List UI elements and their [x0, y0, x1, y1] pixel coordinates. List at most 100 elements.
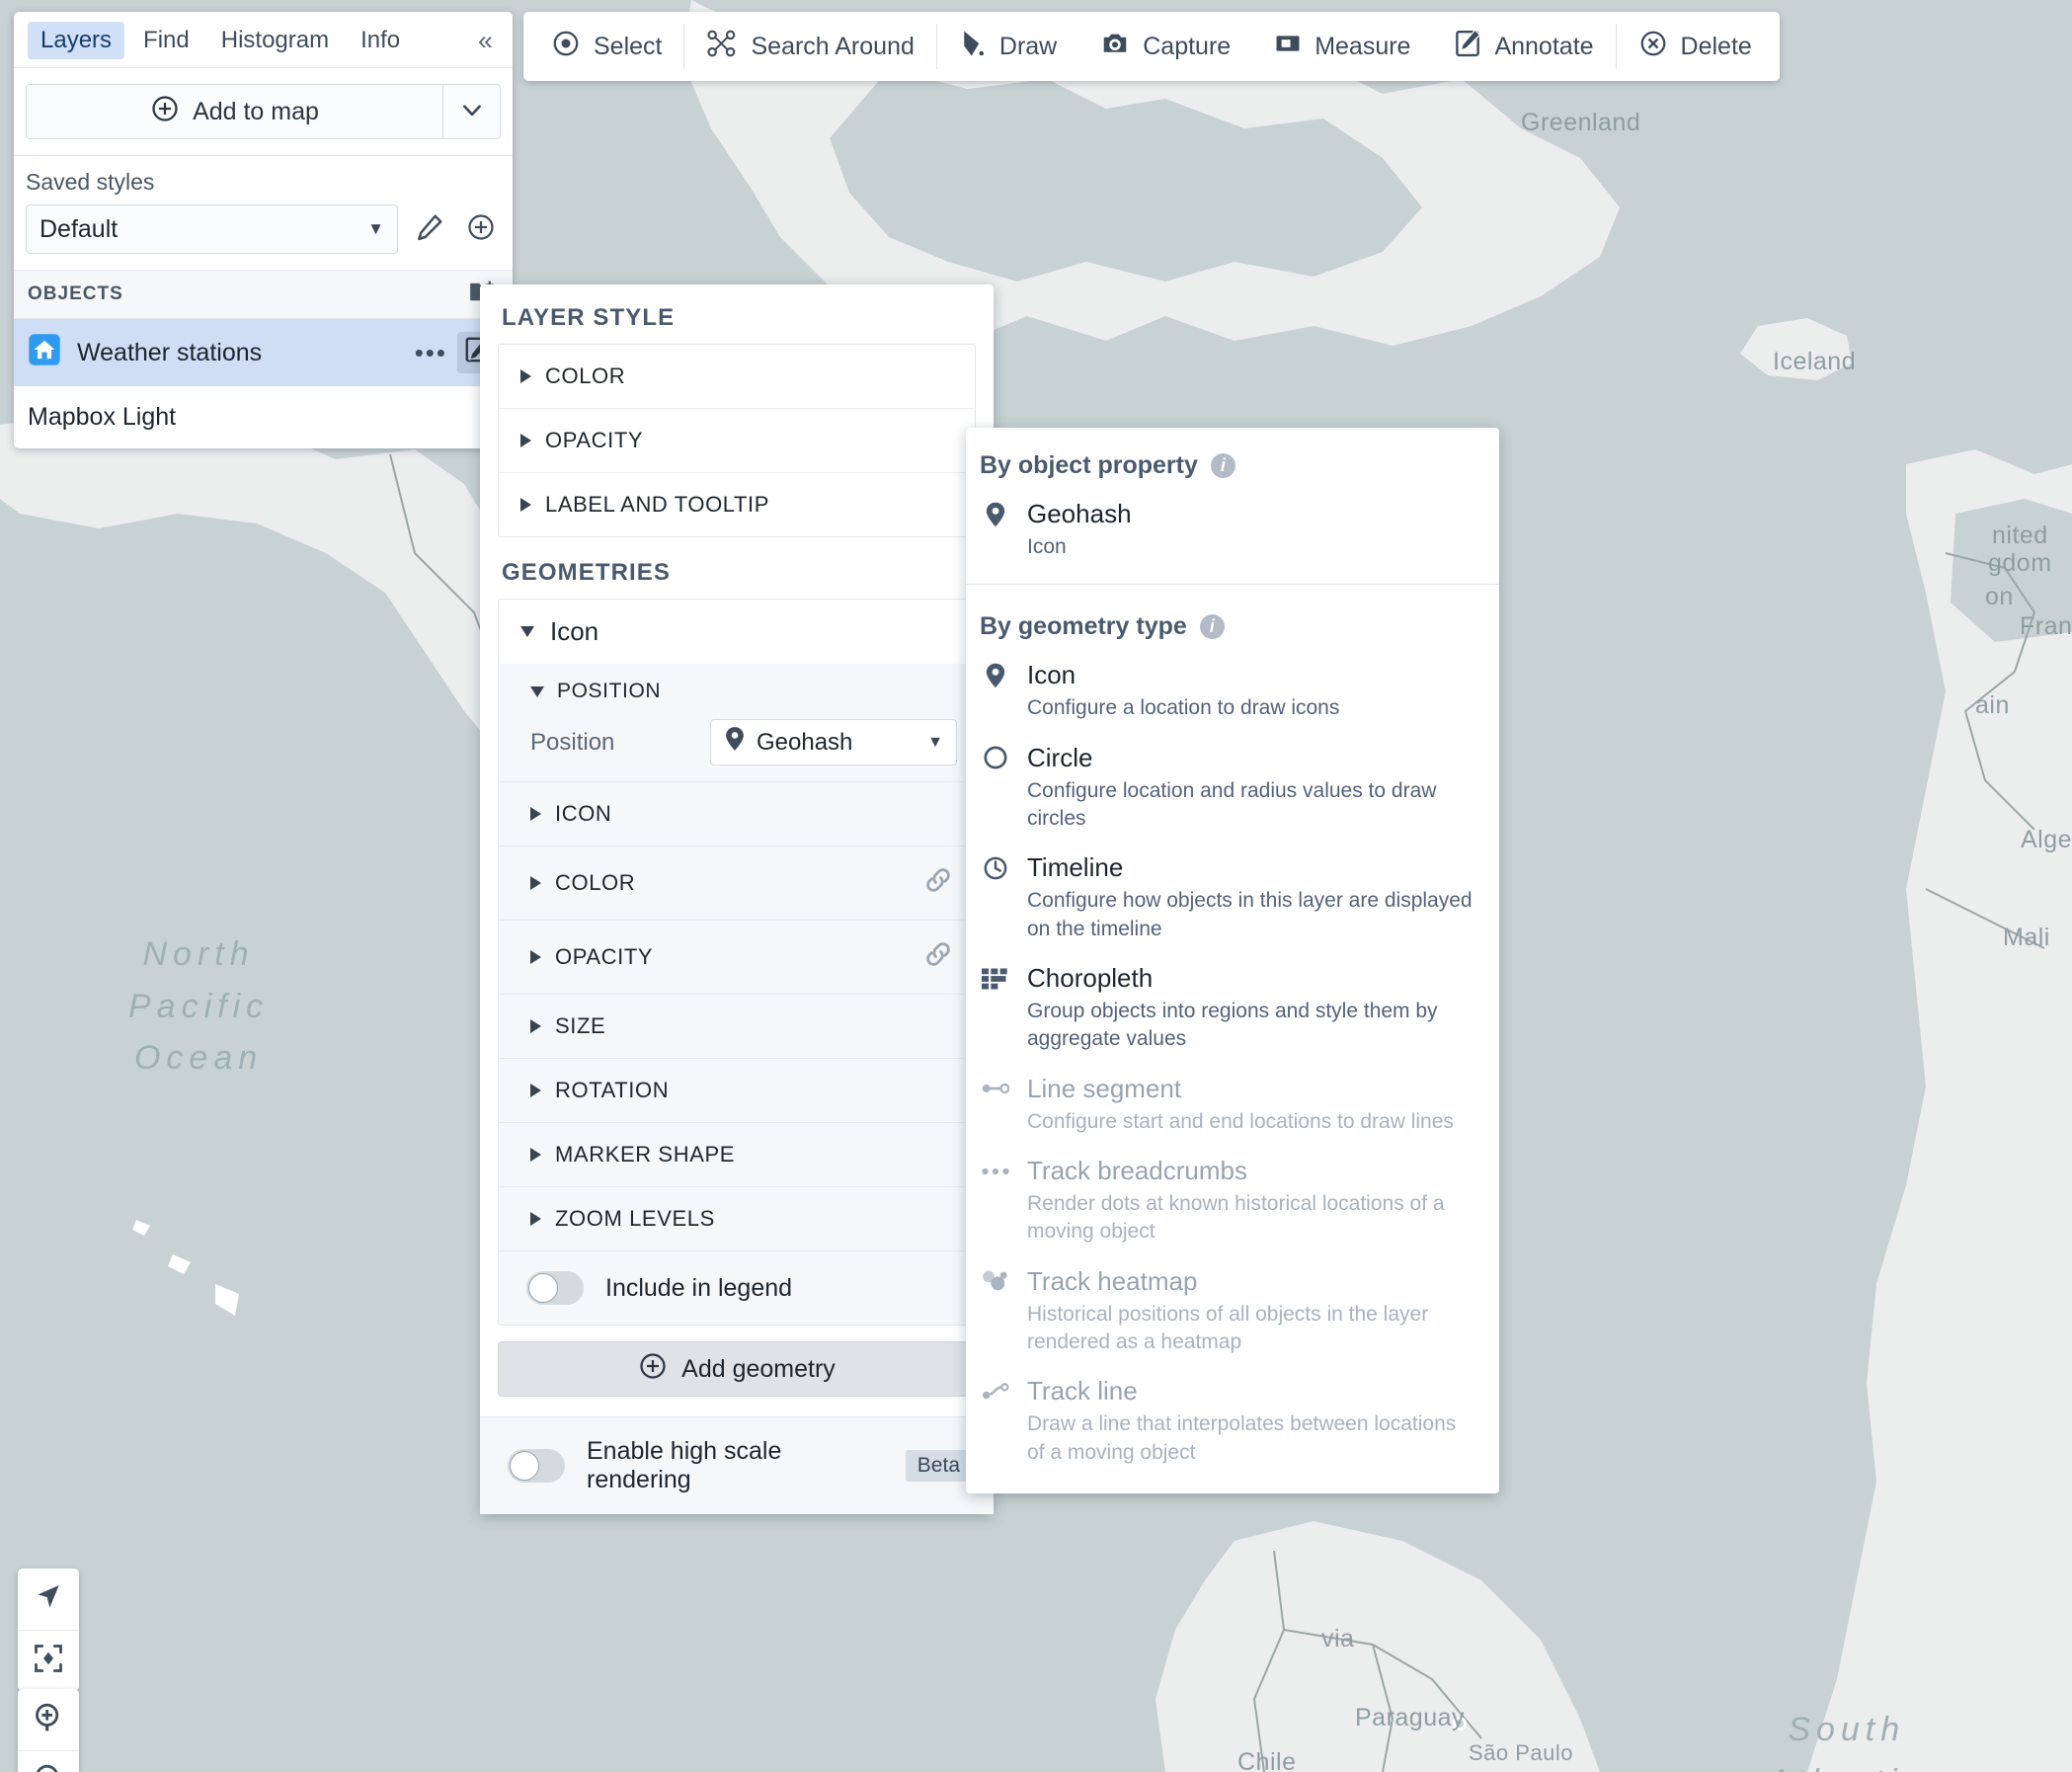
menu-item-track-line: Track line Draw a line that interpolates… [966, 1367, 1499, 1478]
add-to-map-button[interactable]: Add to map [26, 84, 501, 139]
collapse-panel-icon[interactable]: « [472, 26, 499, 56]
object-label: Weather stations [77, 338, 263, 366]
menu-item-name: Line segment [1027, 1073, 1182, 1103]
by-object-property-header: By object property i [966, 428, 1499, 490]
chevron-right-icon [520, 498, 531, 512]
fit-bounds-button[interactable] [18, 1630, 79, 1691]
chevron-right-icon [530, 807, 541, 821]
geometry-prop-opacity[interactable]: OPACITY [499, 920, 975, 994]
geometry-header-icon[interactable]: Icon [499, 600, 975, 664]
add-geometry-button[interactable]: Add geometry [498, 1341, 976, 1397]
menu-item-icon[interactable]: Icon Configure a location to draw icons [966, 651, 1499, 733]
menu-item-name: Choropleth [1027, 963, 1154, 994]
geometry-prop-zoom-levels[interactable]: ZOOM LEVELS [499, 1186, 975, 1250]
info-icon[interactable]: i [1199, 614, 1225, 640]
zoom-in-magnifier-icon [33, 1702, 64, 1738]
menu-item-name: Timeline [1027, 852, 1124, 883]
edit-style-pencil-button[interactable] [410, 209, 449, 249]
caret-down-icon: ▼ [927, 733, 943, 751]
object-overflow-menu-icon[interactable]: ••• [415, 338, 447, 368]
map-pin-icon [724, 726, 746, 759]
menu-item-timeline[interactable]: Timeline Configure how objects in this l… [966, 844, 1499, 954]
tool-search-around[interactable]: Search Around [684, 24, 935, 69]
layers-panel: Layers Find Histogram Info « Add to map [14, 12, 513, 448]
menu-item-desc: Historical positions of all objects in t… [1027, 1302, 1429, 1354]
tool-measure[interactable]: Measure [1252, 24, 1432, 69]
section-label: LABEL AND TOOLTIP [545, 492, 770, 517]
tool-draw[interactable]: Draw [937, 24, 1078, 69]
by-geometry-type-header: By geometry type i [966, 589, 1499, 651]
geometry-prop-marker-shape[interactable]: MARKER SHAPE [499, 1122, 975, 1186]
add-style-button[interactable] [461, 209, 501, 249]
chevron-down-icon [459, 97, 485, 127]
menu-item-track-heatmap: Track heatmap Historical positions of al… [966, 1257, 1499, 1368]
tool-delete[interactable]: Delete [1617, 24, 1774, 69]
geometry-prop-icon[interactable]: ICON [499, 781, 975, 846]
link-chain-icon[interactable] [923, 939, 953, 975]
position-label: Position [530, 728, 615, 756]
add-to-map-row: Add to map [14, 67, 513, 155]
geometry-section-position[interactable]: POSITION [499, 664, 975, 713]
breadcrumb-dots-icon [980, 1166, 1011, 1177]
add-to-map-dropdown-toggle[interactable] [442, 85, 500, 138]
tab-layers[interactable]: Layers [28, 22, 125, 59]
tab-find[interactable]: Find [130, 22, 202, 59]
layer-section-opacity[interactable]: OPACITY [499, 409, 975, 473]
menu-item-top: Icon [980, 660, 1477, 690]
geometry-prop-color[interactable]: COLOR [499, 846, 975, 920]
position-value: Geohash [757, 728, 853, 756]
add-to-map-main[interactable]: Add to map [27, 85, 442, 138]
menu-item-top: Circle [980, 743, 1477, 773]
link-chain-icon[interactable] [923, 865, 953, 901]
basemap-row[interactable]: Mapbox Light [14, 386, 513, 448]
position-select[interactable]: Geohash ▼ [710, 719, 957, 765]
tool-select[interactable]: Select [529, 24, 683, 69]
zoom-out-magnifier-icon [33, 1763, 64, 1772]
prop-label: ICON [555, 801, 612, 826]
geometry-prop-rotation[interactable]: ROTATION [499, 1058, 975, 1122]
tool-annotate[interactable]: Annotate [1432, 24, 1615, 69]
delete-x-circle-icon [1638, 29, 1668, 65]
geometry-prop-size[interactable]: SIZE [499, 994, 975, 1058]
tab-histogram[interactable]: Histogram [208, 22, 342, 59]
layer-section-label-tooltip[interactable]: LABEL AND TOOLTIP [499, 473, 975, 536]
high-scale-rendering-toggle[interactable] [508, 1449, 565, 1483]
locate-button[interactable] [18, 1569, 79, 1630]
prop-label: ROTATION [555, 1078, 670, 1102]
tool-label: Capture [1143, 32, 1232, 60]
include-in-legend-label: Include in legend [605, 1273, 793, 1302]
prop-label: SIZE [555, 1013, 606, 1038]
tab-info[interactable]: Info [348, 22, 413, 59]
tool-capture[interactable]: Capture [1078, 24, 1252, 69]
tool-label: Annotate [1494, 32, 1594, 60]
plus-circle-icon [638, 1351, 668, 1388]
include-in-legend-toggle[interactable] [526, 1271, 584, 1305]
menu-item-geohash[interactable]: Geohash Icon [966, 490, 1499, 572]
tool-label: Search Around [751, 32, 915, 60]
prop-label: OPACITY [555, 944, 654, 969]
section-label: COLOR [545, 363, 626, 388]
zoom-in-button[interactable] [18, 1689, 79, 1750]
position-row: Position Geohash ▼ [499, 713, 975, 781]
saved-styles-select[interactable]: Default ▼ [26, 204, 398, 254]
layer-section-color[interactable]: COLOR [499, 345, 975, 409]
include-in-legend-row: Include in legend [499, 1250, 975, 1325]
map-pin-icon [980, 501, 1011, 528]
saved-styles-value: Default [40, 214, 119, 243]
objects-header-label: OBJECTS [28, 283, 123, 304]
menu-item-circle[interactable]: Circle Configure location and radius val… [966, 734, 1499, 845]
basemap-label: Mapbox Light [28, 403, 177, 431]
object-row-weather-stations[interactable]: Weather stations ••• [14, 319, 513, 386]
by-object-property-title: By object property [980, 451, 1198, 479]
map-controls-zoom [18, 1689, 79, 1772]
panel-tabs: Layers Find Histogram Info « [14, 12, 513, 67]
zoom-out-button[interactable] [18, 1750, 79, 1772]
info-icon[interactable]: i [1210, 453, 1235, 478]
layer-style-title: LAYER STYLE [502, 304, 676, 331]
menu-item-choropleth[interactable]: Choropleth Group objects into regions an… [966, 954, 1499, 1065]
menu-item-top: Track breadcrumbs [980, 1156, 1477, 1186]
chevron-right-icon [520, 369, 531, 383]
search-around-graph-icon [706, 29, 738, 65]
menu-item-desc: Draw a line that interpolates between lo… [1027, 1412, 1457, 1464]
menu-item-desc: Icon [1027, 535, 1067, 558]
